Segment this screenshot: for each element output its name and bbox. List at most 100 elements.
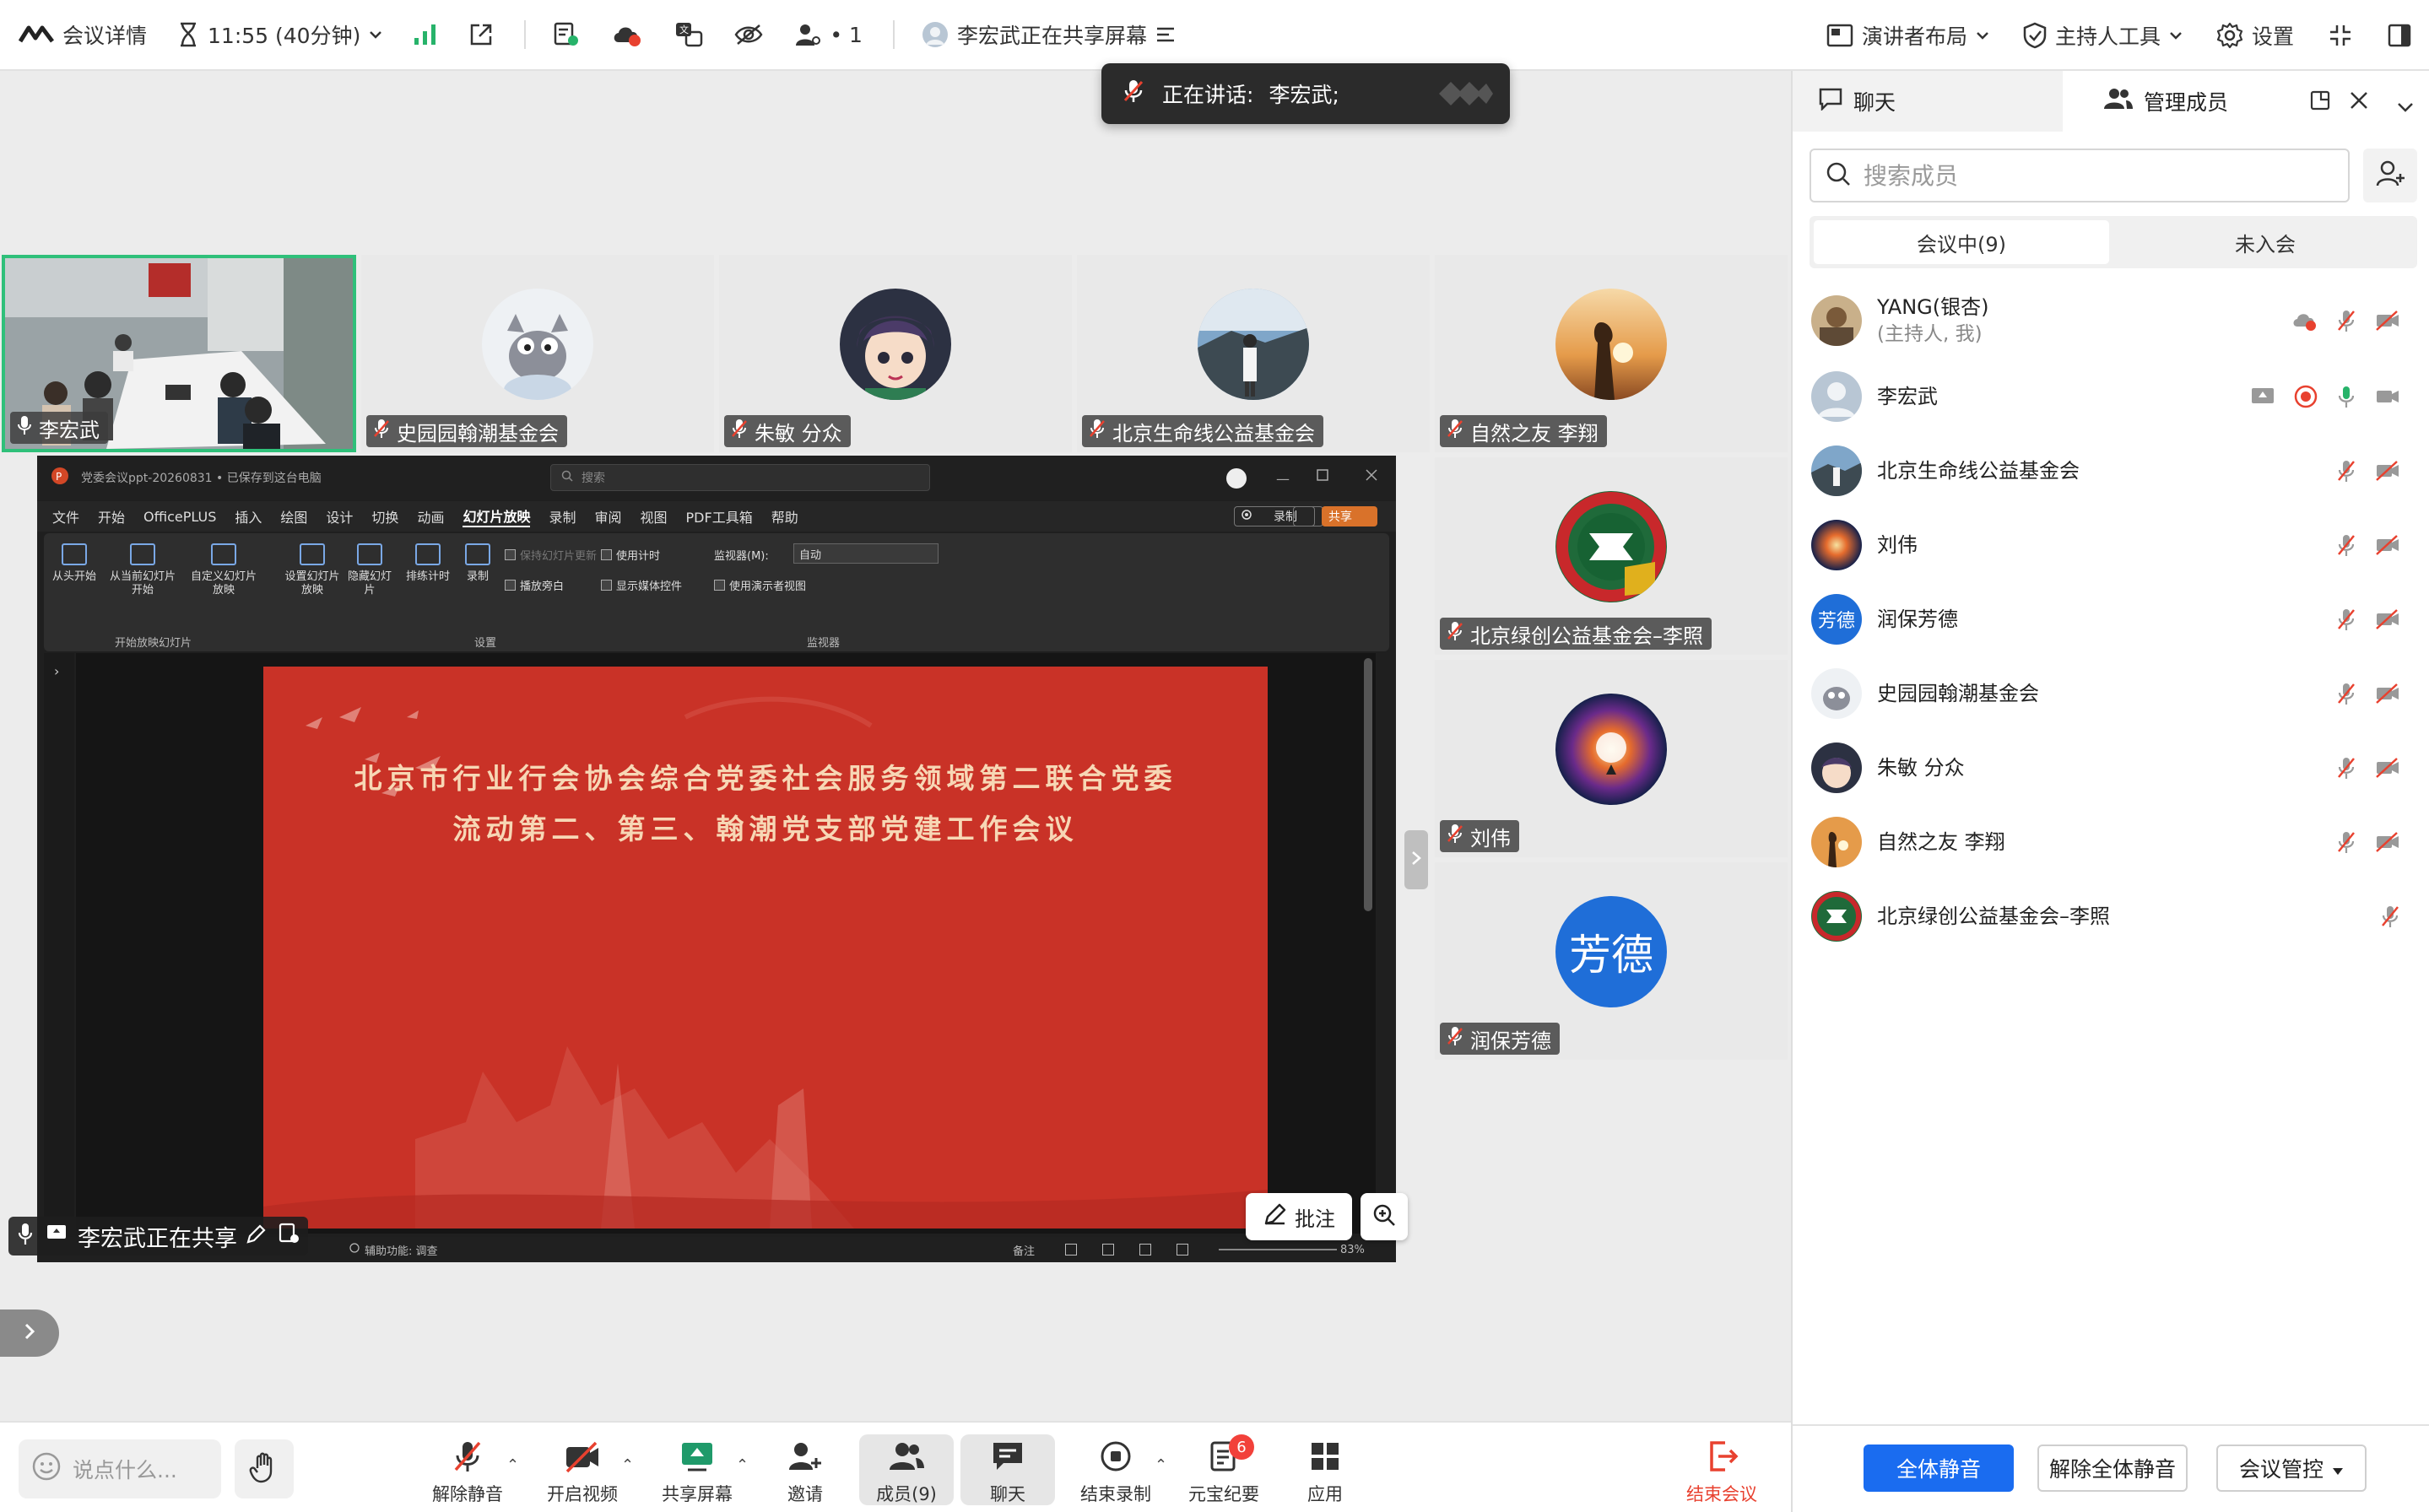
normal-view-icon[interactable] [1065, 1244, 1077, 1256]
video-tile[interactable]: 芳德 润保芳德 [1435, 862, 1788, 1060]
ppt-menu-item[interactable]: 视图 [641, 506, 668, 526]
camera-off-icon[interactable] [2375, 534, 2400, 556]
pen-icon[interactable] [246, 1223, 268, 1250]
share-options-caret-icon[interactable]: ⌃ [736, 1456, 749, 1474]
translate-icon[interactable]: 文 [674, 21, 703, 48]
ppt-vertical-scrollbar[interactable] [1364, 658, 1372, 911]
camera-off-icon[interactable] [2375, 831, 2400, 853]
record-doc-icon[interactable] [553, 22, 580, 47]
quick-reaction-input[interactable]: 说点什么... [19, 1439, 221, 1498]
slideshow-view-icon[interactable] [1177, 1244, 1188, 1256]
ppt-maximize-icon[interactable] [1317, 469, 1328, 484]
annotate-button[interactable]: 批注 [1246, 1193, 1352, 1240]
external-link-icon[interactable] [468, 22, 494, 47]
reading-view-icon[interactable] [1139, 1244, 1151, 1256]
camera-on-icon[interactable] [2375, 386, 2400, 408]
invite-button[interactable]: 邀请 [758, 1434, 852, 1505]
ppt-menu-item[interactable]: 帮助 [771, 506, 798, 526]
member-row[interactable]: 史园园翰潮基金会 [1811, 660, 2410, 727]
raise-hand-button[interactable] [235, 1439, 294, 1498]
mic-muted-icon[interactable] [2380, 904, 2400, 928]
signal-icon[interactable] [413, 23, 438, 46]
sidebar-toggle-icon[interactable] [2387, 23, 2412, 48]
segment-not-joined[interactable]: 未入会 [2118, 220, 2413, 264]
cloud-record-icon[interactable] [610, 22, 644, 47]
ppt-comment-button[interactable] [1293, 506, 1315, 526]
expand-side-toggle[interactable] [0, 1310, 59, 1357]
ppt-menu-item[interactable]: OfficePLUS [143, 509, 216, 525]
ribbon-record-button[interactable]: 录制 [457, 543, 498, 584]
mic-muted-icon[interactable] [2336, 756, 2356, 780]
chevron-down-icon[interactable] [2397, 94, 2414, 119]
ribbon-custom-button[interactable]: 自定义幻灯片放映 [187, 543, 260, 597]
ribbon-media-check[interactable]: 显示媒体控件 [601, 577, 682, 593]
ppt-minimize-icon[interactable]: — [1276, 471, 1290, 487]
ppt-menu-item[interactable]: 切换 [371, 506, 398, 526]
ribbon-rehearse-button[interactable]: 排练计时 [402, 543, 454, 584]
ribbon-presenter-check[interactable]: 使用演示者视图 [714, 577, 806, 593]
member-row[interactable]: 朱敏 分众 [1811, 734, 2410, 802]
record-options-caret-icon[interactable]: ⌃ [1155, 1456, 1167, 1474]
slide-sorter-icon[interactable] [1102, 1244, 1114, 1256]
meeting-info-button[interactable]: 会议详情 [19, 19, 147, 50]
ribbon-setup-button[interactable]: 设置幻灯片放映 [282, 543, 343, 597]
invite-member-button[interactable] [2363, 148, 2417, 202]
ppt-menu-item[interactable]: 绘图 [280, 506, 307, 526]
ppt-menu-item[interactable]: 审阅 [594, 506, 621, 526]
mic-muted-icon[interactable] [2336, 533, 2356, 557]
close-icon[interactable] [2348, 89, 2370, 116]
member-row[interactable]: 刘伟 [1811, 511, 2410, 579]
member-row[interactable]: YANG(银杏) (主持人, 我) [1811, 287, 2410, 354]
apps-button[interactable]: 应用 [1278, 1434, 1372, 1505]
hide-eye-icon[interactable] [733, 23, 764, 46]
member-row[interactable]: 北京生命线公益基金会 [1811, 437, 2410, 505]
ribbon-keep-updated-check[interactable]: 保持幻灯片更新 [505, 547, 597, 563]
video-tile[interactable]: 北京生命线公益基金会 [1077, 255, 1430, 452]
end-meeting-button[interactable]: 结束会议 [1674, 1434, 1769, 1505]
collapse-gallery-handle[interactable] [1404, 830, 1428, 889]
ppt-menu-item[interactable]: 开始 [98, 506, 125, 526]
participants-indicator[interactable]: • 1 [794, 22, 863, 47]
member-row[interactable]: 李宏武 [1811, 363, 2410, 430]
sharing-status[interactable]: 李宏武正在共享屏幕 [922, 19, 1176, 50]
video-tile[interactable]: 北京绿创公益基金会–李照 [1435, 457, 1788, 655]
chat-button[interactable]: 聊天 [960, 1434, 1055, 1505]
share-screen-button[interactable]: 共享屏幕 [650, 1434, 744, 1505]
video-tile-active[interactable]: 李宏武 [2, 255, 356, 452]
start-video-button[interactable]: 开启视频 [535, 1434, 630, 1505]
zoom-slider[interactable] [1219, 1249, 1337, 1250]
camera-off-icon[interactable] [2375, 608, 2400, 630]
tab-members[interactable]: 管理成员 [2063, 71, 2429, 132]
mic-muted-icon[interactable] [2336, 682, 2356, 705]
host-tools-button[interactable]: 主持人工具 [2023, 20, 2183, 51]
member-search[interactable] [1810, 148, 2350, 202]
mic-icon[interactable] [17, 1222, 34, 1251]
camera-off-icon[interactable] [2375, 460, 2400, 482]
mic-muted-icon[interactable] [2336, 608, 2356, 631]
ribbon-hide-button[interactable]: 隐藏幻灯片 [346, 543, 393, 597]
ppt-menu-item[interactable]: 设计 [326, 506, 353, 526]
ppt-notes-button[interactable]: 备注 [1013, 1242, 1035, 1258]
ppt-menu-item[interactable]: PDF工具箱 [686, 506, 753, 526]
end-recording-button[interactable]: 结束录制 [1068, 1434, 1163, 1505]
yuanbao-minutes-button[interactable]: 元宝纪要 6 [1177, 1434, 1271, 1505]
ppt-menu-item[interactable]: 插入 [235, 506, 262, 526]
ppt-accessibility-status[interactable]: 辅助功能: 调查 [365, 1242, 438, 1258]
video-tile[interactable]: 朱敏 分众 [719, 255, 1072, 452]
ppt-menu-item[interactable]: 录制 [549, 506, 576, 526]
segment-in-meeting[interactable]: 会议中(9) [1814, 220, 2109, 264]
ppt-menu-item-active[interactable]: 幻灯片放映 [463, 505, 531, 527]
video-tile[interactable]: 史园园翰潮基金会 [361, 255, 714, 452]
exit-fullscreen-icon[interactable] [2328, 23, 2353, 48]
ribbon-from-current-button[interactable]: 从当前幻灯片开始 [106, 543, 179, 597]
ppt-profile-icon[interactable] [1225, 467, 1247, 493]
member-row[interactable]: 芳德 润保芳德 [1811, 586, 2410, 653]
video-options-caret-icon[interactable]: ⌃ [621, 1456, 634, 1474]
mic-muted-icon[interactable] [2336, 309, 2356, 332]
ppt-search-box[interactable]: 搜索 [550, 464, 930, 491]
ribbon-timing-check[interactable]: 使用计时 [601, 547, 660, 563]
mic-muted-icon[interactable] [2336, 459, 2356, 483]
ppt-menu-item[interactable]: 动画 [417, 506, 444, 526]
pop-out-icon[interactable] [2309, 89, 2331, 116]
camera-off-icon[interactable] [2375, 683, 2400, 705]
